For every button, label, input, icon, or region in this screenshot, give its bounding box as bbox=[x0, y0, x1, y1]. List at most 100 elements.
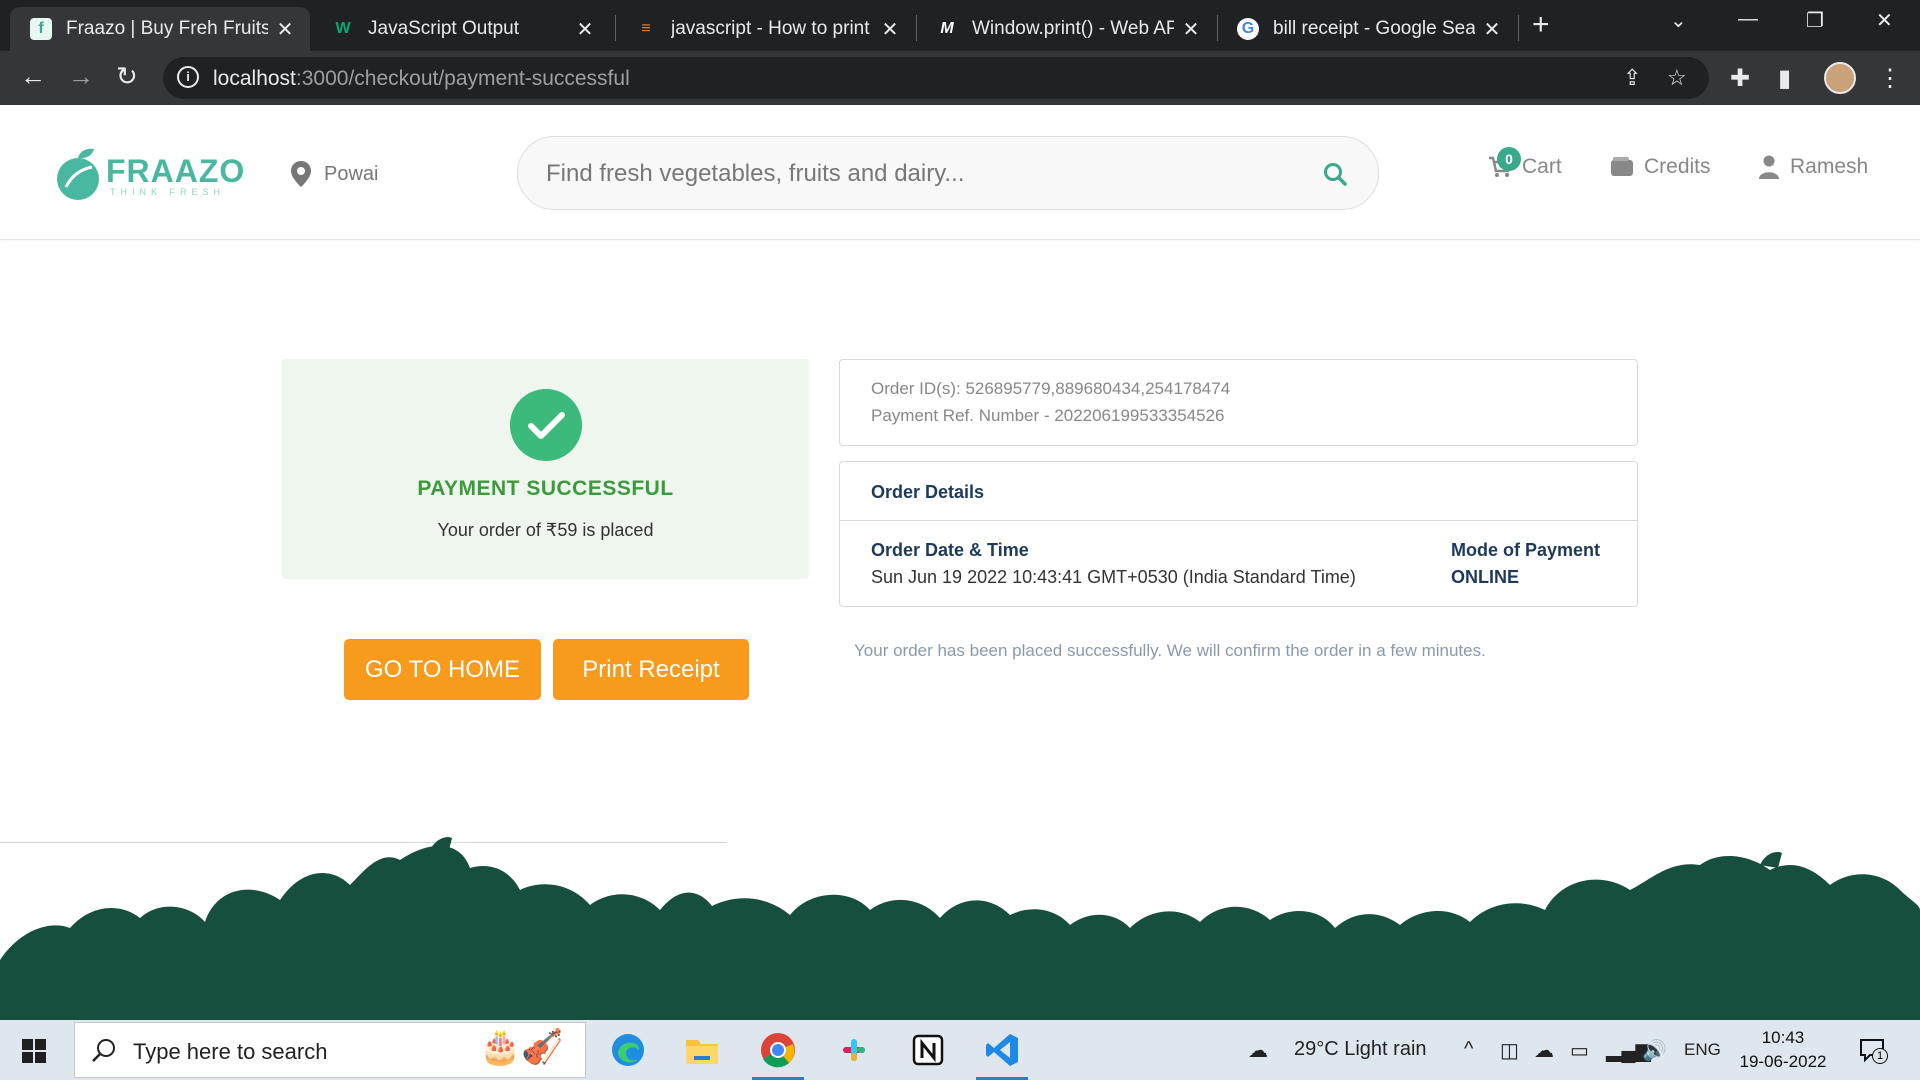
user-name: Ramesh bbox=[1790, 155, 1869, 178]
tab-stackoverflow[interactable]: ≡ javascript - How to print P ✕ bbox=[615, 7, 915, 51]
battery-icon[interactable]: ▭ bbox=[1570, 1038, 1589, 1063]
back-arrow-icon[interactable]: ← bbox=[20, 61, 46, 92]
minimize-icon[interactable]: — bbox=[1738, 8, 1758, 31]
cart-label: Cart bbox=[1522, 155, 1562, 178]
system-clock[interactable]: 10:43 19-06-2022 bbox=[1738, 1026, 1828, 1074]
close-window-icon[interactable]: ✕ bbox=[1876, 8, 1893, 33]
order-date-value: Sun Jun 19 2022 10:43:41 GMT+0530 (India… bbox=[871, 567, 1356, 587]
chrome-icon[interactable] bbox=[752, 1028, 804, 1080]
user-account-link[interactable]: Ramesh bbox=[1758, 155, 1868, 179]
more-menu-icon[interactable]: ⋮ bbox=[1878, 64, 1902, 93]
notification-center-icon[interactable]: 1 bbox=[1858, 1036, 1888, 1064]
search-input[interactable] bbox=[546, 157, 1306, 191]
browser-tab-bar: f Fraazo | Buy Freh Fruits & ✕ W JavaScr… bbox=[0, 0, 1920, 51]
cart-count-badge: 0 bbox=[1497, 147, 1521, 171]
credits-link[interactable]: Credits bbox=[1610, 155, 1711, 179]
print-receipt-button[interactable]: Print Receipt bbox=[553, 639, 749, 700]
mdn-favicon-icon: M bbox=[940, 20, 954, 37]
show-hidden-icons-chevron-icon[interactable]: ^ bbox=[1464, 1038, 1473, 1061]
windows-taskbar: Type here to search 🎂🎻 ☁ 29°C Light rain… bbox=[0, 1020, 1920, 1080]
side-panel-icon[interactable]: ▮ bbox=[1778, 64, 1791, 93]
tab-javascript-output[interactable]: W JavaScript Output ✕ bbox=[312, 7, 610, 51]
tab-mdn[interactable]: M Window.print() - Web API ✕ bbox=[916, 7, 1216, 51]
order-details-header: Order Details bbox=[840, 462, 1637, 521]
fraazo-logo[interactable]: FRAAZO THINK FRESH bbox=[54, 143, 244, 203]
file-explorer-icon[interactable] bbox=[680, 1028, 724, 1072]
payment-status-title: PAYMENT SUCCESSFUL bbox=[417, 477, 674, 500]
edge-icon[interactable] bbox=[606, 1028, 650, 1072]
payment-mode-value: ONLINE bbox=[1451, 567, 1520, 587]
location-pin-icon bbox=[291, 161, 311, 187]
weather-text[interactable]: 29°C Light rain bbox=[1294, 1038, 1427, 1061]
url-host: localhost bbox=[213, 67, 296, 90]
notion-icon[interactable] bbox=[906, 1028, 950, 1072]
profile-avatar[interactable] bbox=[1824, 62, 1856, 94]
slack-icon[interactable] bbox=[832, 1028, 876, 1072]
fraazo-leaf-icon bbox=[57, 148, 99, 200]
tab-title: Window.print() - Web API bbox=[972, 18, 1174, 39]
volume-icon[interactable]: 🔊 bbox=[1642, 1038, 1667, 1063]
tab-google-search[interactable]: G bill receipt - Google Searc ✕ bbox=[1217, 7, 1517, 51]
tab-title: bill receipt - Google Searc bbox=[1273, 18, 1475, 39]
go-to-home-button[interactable]: GO TO HOME bbox=[344, 639, 541, 700]
close-tab-icon[interactable]: ✕ bbox=[274, 17, 296, 42]
extensions-icon[interactable]: ✚ bbox=[1730, 64, 1750, 93]
order-confirmation-note: Your order has been placed successfully.… bbox=[854, 641, 1486, 660]
search-icon[interactable] bbox=[1322, 161, 1348, 187]
brand-name: FRAAZO bbox=[106, 153, 246, 189]
share-icon[interactable]: ⇪ bbox=[1623, 65, 1641, 91]
windows-start-icon[interactable] bbox=[22, 1039, 46, 1063]
close-tab-icon[interactable]: ✕ bbox=[1180, 17, 1202, 42]
close-tab-icon[interactable]: ✕ bbox=[574, 17, 596, 42]
onedrive-icon[interactable]: ☁ bbox=[1534, 1038, 1554, 1063]
forward-arrow-icon[interactable]: → bbox=[68, 61, 94, 92]
site-info-icon[interactable]: i bbox=[177, 66, 199, 88]
close-tab-icon[interactable]: ✕ bbox=[879, 17, 901, 42]
url-text[interactable]: localhost:3000/checkout/payment-successf… bbox=[213, 67, 630, 91]
google-favicon-icon: G bbox=[1237, 18, 1259, 40]
reload-icon[interactable]: ↻ bbox=[116, 61, 138, 92]
location-selector[interactable]: Powai bbox=[290, 160, 378, 188]
clock-time: 10:43 bbox=[1761, 1028, 1805, 1047]
tab-title: javascript - How to print P bbox=[671, 18, 873, 39]
credits-label: Credits bbox=[1644, 155, 1711, 178]
order-reference-card: Order ID(s): 526895779,889680434,2541784… bbox=[839, 359, 1638, 446]
order-date-label: Order Date & Time bbox=[871, 540, 1029, 560]
order-details-card: Order Details Order Date & Time Sun Jun … bbox=[839, 461, 1638, 607]
taskbar-search-placeholder: Type here to search bbox=[133, 1039, 328, 1064]
address-bar[interactable]: i localhost:3000/checkout/payment-succes… bbox=[163, 57, 1709, 99]
user-icon bbox=[1759, 155, 1779, 179]
stackoverflow-favicon-icon: ≡ bbox=[641, 20, 651, 37]
tab-separator bbox=[1518, 15, 1519, 41]
close-tab-icon[interactable]: ✕ bbox=[1481, 17, 1503, 42]
wallet-icon bbox=[1611, 157, 1633, 176]
tab-search-chevron-icon[interactable]: ⌄ bbox=[1670, 8, 1687, 33]
check-circle-icon bbox=[510, 389, 582, 461]
taskbar-search-box[interactable]: Type here to search 🎂🎻 bbox=[74, 1022, 586, 1078]
weather-icon[interactable]: ☁ bbox=[1248, 1038, 1268, 1063]
order-ids: Order ID(s): 526895779,889680434,2541784… bbox=[871, 379, 1231, 398]
payment-status-card: PAYMENT SUCCESSFUL Your order of ₹59 is … bbox=[282, 359, 809, 579]
vscode-icon[interactable] bbox=[976, 1028, 1028, 1080]
location-name: Powai bbox=[324, 162, 379, 185]
restore-icon[interactable]: ❐ bbox=[1806, 8, 1824, 33]
order-amount-text: Your order of ₹59 is placed bbox=[437, 520, 654, 540]
w3schools-favicon-icon: W bbox=[335, 20, 351, 37]
meet-now-icon[interactable]: ◫ bbox=[1500, 1038, 1519, 1063]
browser-toolbar: ← → ↻ i localhost:3000/checkout/payment-… bbox=[0, 51, 1920, 105]
clock-date: 19-06-2022 bbox=[1739, 1052, 1827, 1071]
new-tab-icon[interactable]: + bbox=[1532, 8, 1550, 42]
fraazo-favicon-icon: f bbox=[30, 18, 52, 40]
product-search[interactable] bbox=[517, 136, 1379, 210]
search-icon bbox=[92, 1039, 115, 1062]
url-path: :3000/checkout/payment-successful bbox=[295, 67, 630, 90]
brand-tagline: THINK FRESH bbox=[110, 187, 226, 197]
bookmark-star-icon[interactable]: ☆ bbox=[1667, 65, 1687, 91]
payment-mode-label: Mode of Payment bbox=[1451, 540, 1601, 560]
payment-reference: Payment Ref. Number - 202206199533354526 bbox=[871, 406, 1225, 425]
order-details-title: Order Details bbox=[871, 482, 985, 502]
tab-title: JavaScript Output bbox=[368, 18, 520, 39]
language-indicator[interactable]: ENG bbox=[1684, 1040, 1721, 1060]
tab-title: Fraazo | Buy Freh Fruits & bbox=[66, 18, 268, 39]
tab-fraazo[interactable]: f Fraazo | Buy Freh Fruits & ✕ bbox=[10, 7, 310, 51]
